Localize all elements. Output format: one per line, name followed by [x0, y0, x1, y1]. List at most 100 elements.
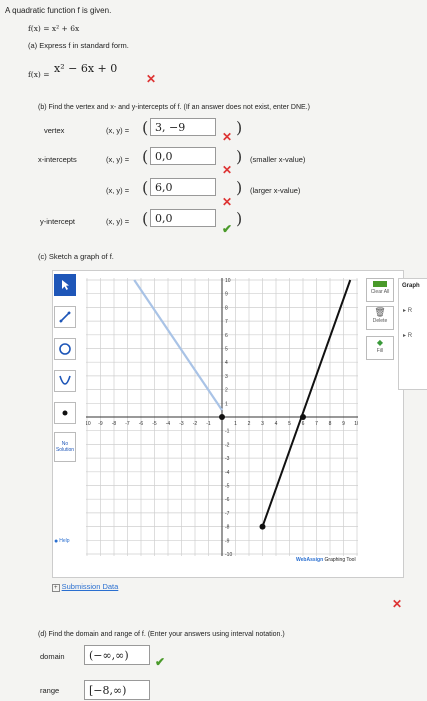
x-tick-label: -4 [166, 421, 171, 427]
y-intercept-label: y-intercept [40, 217, 76, 226]
fill-label: Fill [376, 348, 384, 354]
domain-label: domain [40, 652, 65, 661]
part-b-prompt: (b) Find the vertex and x- and y-interce… [38, 104, 310, 111]
incorrect-icon: ✕ [222, 130, 233, 144]
panel-item[interactable]: ▸ R [399, 293, 427, 314]
y-tick-label: -10 [225, 552, 232, 556]
y-tick-label: -1 [225, 429, 230, 435]
help-icon: ● [54, 537, 59, 545]
no-solution-button[interactable]: No Solution [54, 432, 76, 462]
x-tick-label: 2 [248, 421, 251, 427]
submission-data-link[interactable]: + Submission Data [52, 582, 118, 592]
close-paren: ) [236, 209, 243, 228]
fill-button[interactable]: ◆ Fill [366, 336, 394, 360]
delete-button[interactable]: 🗑 Delete [366, 306, 394, 330]
vertex-input[interactable]: 3, −9 [150, 118, 216, 136]
y-tick-label: -8 [225, 525, 230, 531]
range-label: range [40, 686, 60, 695]
arrow-icon [62, 280, 69, 290]
graph-point [219, 414, 225, 420]
y-tick-label: 7 [225, 319, 228, 325]
incorrect-icon: ✕ [222, 163, 233, 177]
y-tick-label: -2 [225, 442, 230, 448]
x-tick-label: -6 [139, 421, 144, 427]
clear-all-button[interactable]: Clear All [366, 278, 394, 302]
fill-icon: ◆ [376, 338, 384, 347]
open-paren: ( [142, 178, 149, 197]
line-icon [59, 311, 71, 323]
y-tick-label: 3 [225, 374, 228, 380]
x-tick-label: 4 [275, 421, 278, 427]
circle-icon [59, 343, 71, 355]
y-tick-label: 1 [225, 401, 228, 407]
y-intercept-input[interactable]: 0,0 [150, 209, 216, 227]
x-tick-label: 8 [329, 421, 332, 427]
range-input[interactable]: [−8,∞) [84, 680, 150, 700]
graph-point [259, 523, 266, 530]
xy-equals-label: (x, y) = [106, 217, 130, 226]
incorrect-icon: ✕ [222, 195, 233, 209]
x-tick-label: -2 [193, 421, 198, 427]
part-a-prompt: (a) Express f in standard form. [28, 41, 129, 50]
y-tick-label: -7 [225, 511, 230, 517]
y-tick-label: -4 [225, 470, 230, 476]
parabola-icon [59, 375, 71, 385]
y-tick-label: 4 [225, 360, 228, 366]
smaller-x-hint: (smaller x-value) [250, 155, 306, 164]
x-tick-label: 10 [354, 421, 358, 427]
correct-icon: ✔ [155, 655, 166, 669]
help-label: Help [59, 538, 70, 544]
close-paren: ) [236, 178, 243, 197]
line-tool[interactable] [54, 306, 76, 328]
x-tick-label: -8 [112, 421, 117, 427]
xy-equals-label: (x, y) = [106, 186, 130, 195]
x-tick-label: -10 [86, 421, 91, 427]
part-a-answer[interactable]: x² − 6x + 0 [54, 62, 117, 75]
graph-point [300, 414, 306, 420]
y-tick-label: 2 [225, 388, 228, 394]
x-tick-label: -1 [206, 421, 211, 427]
circle-tool[interactable] [54, 338, 76, 360]
vertex-label: vertex [44, 126, 65, 135]
graph-canvas[interactable]: -10 -9 -8 -7 -6 -5 -4 -3 -2 -1 1 2 3 4 5 6 7 8 9 10 10 9 8 7 6 5 4… [86, 278, 358, 556]
expand-icon: + [52, 584, 60, 592]
x-intercept-large-input[interactable]: 6,0 [150, 178, 216, 196]
panel-item[interactable]: ▸ R [399, 314, 427, 339]
help-button[interactable]: ● Help [54, 534, 80, 548]
point-tool[interactable] [54, 402, 76, 424]
x-intercepts-label: x-intercepts [38, 155, 77, 164]
x-tick-label: 3 [261, 421, 264, 427]
graph-panel-title: Graph [402, 283, 420, 289]
pointer-tool[interactable] [54, 274, 76, 296]
y-tick-label: 5 [225, 347, 228, 353]
x-tick-label: -9 [98, 421, 103, 427]
incorrect-icon: ✕ [392, 597, 403, 611]
x-tick-label: -5 [152, 421, 157, 427]
xy-equals-label: (x, y) = [106, 126, 130, 135]
y-tick-label: -6 [225, 497, 230, 503]
x-intercept-small-input[interactable]: 0,0 [150, 147, 216, 165]
xy-equals-label: (x, y) = [106, 155, 130, 164]
domain-input[interactable]: (−∞,∞) [84, 645, 150, 665]
x-tick-label: 9 [342, 421, 345, 427]
x-tick-label: -7 [125, 421, 130, 427]
incorrect-icon: ✕ [146, 72, 157, 86]
part-d-prompt: (d) Find the domain and range of f. (Ent… [38, 631, 285, 638]
y-tick-label: 8 [225, 305, 228, 311]
point-icon [62, 410, 68, 416]
open-paren: ( [142, 209, 149, 228]
x-tick-label: 1 [234, 421, 237, 427]
correct-icon: ✔ [222, 222, 233, 236]
larger-x-hint: (larger x-value) [250, 186, 301, 195]
y-tick-label: 6 [225, 333, 228, 339]
x-tick-label: -3 [179, 421, 184, 427]
y-tick-label: 9 [225, 292, 228, 298]
part-a-lhs: f(x) = [28, 70, 50, 79]
part-c-prompt: (c) Sketch a graph of f. [38, 252, 114, 261]
x-tick-label: 7 [315, 421, 318, 427]
webassign-brand: WebAssign Graphing Tool [296, 557, 356, 563]
parabola-tool[interactable] [54, 370, 76, 392]
x-tick-label: 5 [288, 421, 291, 427]
clear-all-label: Clear All [370, 289, 390, 295]
function-definition: f(x) = x² + 6x [28, 24, 80, 33]
